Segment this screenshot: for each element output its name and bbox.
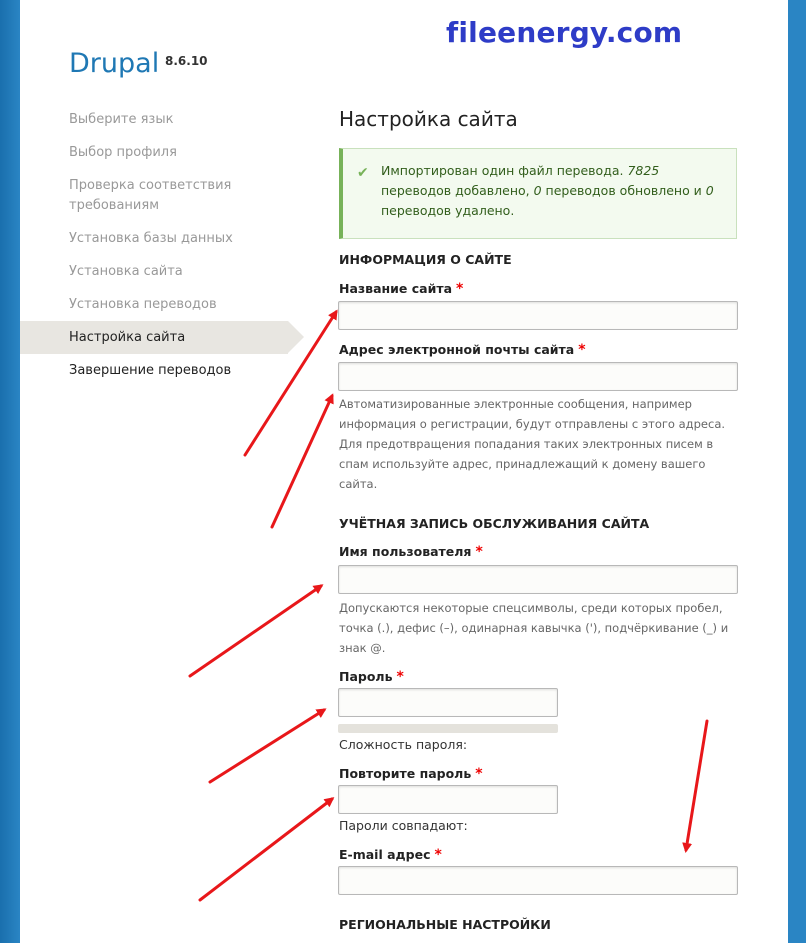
arrow-password-confirm bbox=[198, 797, 335, 902]
arrow-site-name bbox=[243, 309, 338, 457]
arrow-username bbox=[188, 584, 324, 678]
annotation-arrows bbox=[188, 309, 709, 902]
arrow-password bbox=[208, 708, 327, 784]
arrow-site-email bbox=[270, 393, 334, 529]
arrow-email bbox=[682, 719, 709, 853]
